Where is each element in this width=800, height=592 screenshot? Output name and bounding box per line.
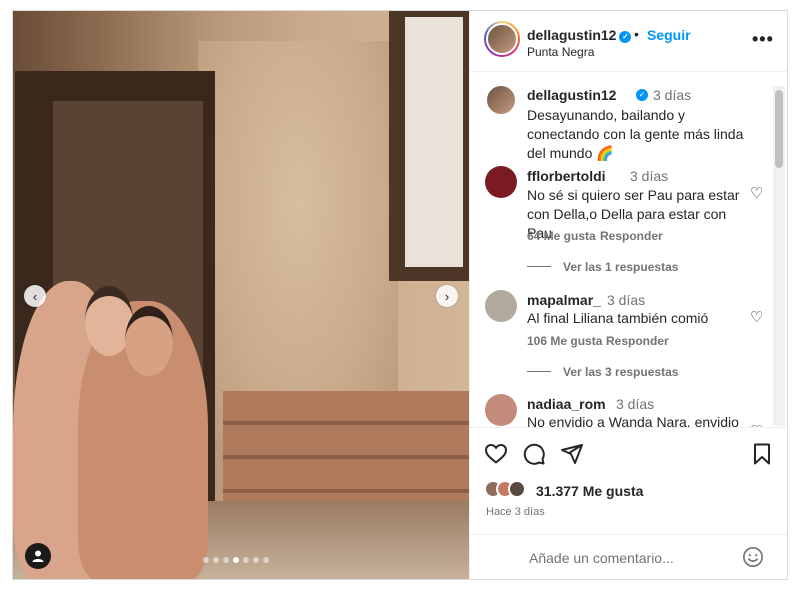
author-avatar[interactable] [486,23,518,55]
caption-text: Desayunando, bailando y conectando con l… [527,107,744,161]
likes-count[interactable]: 31.377 Me gusta [536,483,643,499]
carousel-dot [203,557,209,563]
chevron-right-icon: › [444,288,450,304]
more-options-icon[interactable]: ••• [752,29,774,50]
scrollbar-thumb[interactable] [775,90,783,168]
carousel-dot [253,557,259,563]
post-dialog: ‹ › dellagustin12 ✓ • Seguir Punta Negra … [12,10,788,580]
comment-time: 3 días [630,168,669,184]
chevron-left-icon: ‹ [32,288,38,304]
replies-line [527,371,551,372]
comment-text: Al final Liliana también comió [527,310,709,326]
carousel-dot [223,557,229,563]
carousel-dot [233,557,239,563]
comment-text: No envidio a Wanda Nara, envidio a Pau B… [527,414,739,427]
comment-time: 3 días [616,396,655,412]
photo-head-right [125,306,173,376]
header-separator: • [634,26,639,42]
post-photo: ‹ › [13,11,469,579]
comment-time: 3 días [607,292,646,308]
like-comment-icon[interactable]: ♡ [750,184,763,202]
reply-button[interactable]: Responder [600,229,663,243]
author-username[interactable]: dellagustin12 [527,27,616,43]
user-icon [32,550,44,562]
like-icon[interactable] [484,442,508,466]
bookmark-icon[interactable] [750,442,774,466]
comment-avatar[interactable] [485,166,517,198]
carousel-dot [213,557,219,563]
carousel-dot [243,557,249,563]
caption-avatar[interactable] [485,84,517,116]
share-icon[interactable] [560,442,584,466]
comment-likes[interactable]: 64 Me gusta [527,229,596,243]
liker-avatar [508,480,526,498]
comment-likes[interactable]: 106 Me gusta [527,334,602,348]
post-side-panel: dellagustin12 ✓ • Seguir Punta Negra ••• … [469,11,787,579]
view-replies-button[interactable]: Ver las 1 respuestas [527,260,678,274]
caption-time: 3 días [653,87,692,103]
verified-badge-icon: ✓ [619,31,632,43]
liked-by-avatars[interactable] [484,480,526,498]
photo-window-pane [405,17,463,267]
post-header: dellagustin12 ✓ • Seguir Punta Negra ••• [470,11,787,72]
photo-planks [223,391,469,511]
like-comment-icon[interactable]: ♡ [750,308,763,326]
previous-photo-button[interactable]: ‹ [24,285,46,307]
follow-button[interactable]: Seguir [647,27,691,43]
comments-list[interactable]: dellagustin12 ✓ 3 días Desayunando, bail… [470,72,787,427]
comment-avatar[interactable] [485,394,517,426]
carousel-dot [263,557,269,563]
comment-input[interactable] [527,545,731,571]
tagged-users-button[interactable] [25,543,51,569]
caption-username[interactable]: dellagustin12 [527,87,616,103]
comment-username[interactable]: fflorbertoldi [527,168,606,184]
post-location[interactable]: Punta Negra [527,45,594,59]
replies-line [527,266,551,267]
comment-username[interactable]: mapalmar_ [527,292,601,308]
view-replies-button[interactable]: Ver las 3 respuestas [527,365,678,379]
emoji-icon[interactable] [742,546,764,568]
verified-badge-icon: ✓ [636,89,648,101]
add-comment-bar [470,534,787,579]
carousel-indicator [203,557,269,563]
comment-username[interactable]: nadiaa_rom [527,396,606,412]
post-date[interactable]: Hace 3 días [486,506,545,518]
reply-button[interactable]: Responder [606,334,669,348]
post-actions: 31.377 Me gusta Hace 3 días [470,427,787,579]
comments-scrollbar[interactable] [773,86,785,426]
comment-avatar[interactable] [485,290,517,322]
photo-wall [198,41,398,441]
next-photo-button[interactable]: › [436,285,458,307]
comment-icon[interactable] [522,442,546,466]
